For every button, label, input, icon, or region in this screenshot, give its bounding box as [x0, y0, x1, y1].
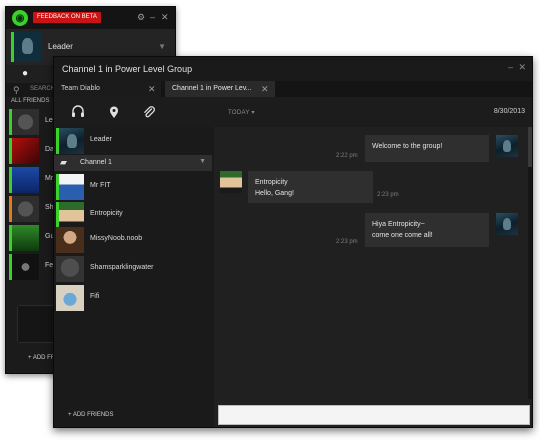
section-label: ALL FRIENDS	[11, 98, 50, 104]
message-time: 2:23 pm	[377, 192, 399, 198]
avatar	[56, 285, 84, 311]
roster-member-row[interactable]: Shamsparklingwater	[54, 255, 214, 283]
avatar	[11, 32, 41, 62]
message-line: Hiya Entropicity~	[372, 221, 425, 228]
avatar	[496, 135, 518, 157]
avatar	[56, 128, 84, 154]
tab-bar: Team Diablo ✕ Channel 1 in Power Lev... …	[54, 81, 532, 97]
message-bubble: Welcome to the group!	[365, 135, 489, 162]
message-input[interactable]	[218, 405, 530, 425]
avatar	[56, 174, 84, 200]
friends-titlebar: ◉ FEEDBACK ON BETA ⚙ – ✕	[6, 7, 175, 29]
channel-name: Channel 1	[80, 159, 112, 166]
tab-team-diablo[interactable]: Team Diablo ✕	[54, 81, 161, 97]
logo-icon: ◉	[12, 10, 28, 26]
chat-toolbar: TODAY ▾ 8/30/2013	[54, 97, 532, 127]
message-bubble: Entropicity Hello, Gang!	[248, 171, 373, 203]
search-input[interactable]: SEARCH	[30, 86, 55, 92]
scrollbar[interactable]	[528, 127, 532, 399]
add-friends-button[interactable]: + ADD FRIENDS	[68, 412, 114, 418]
roster-owner-row[interactable]: Leader	[54, 127, 214, 155]
close-icon[interactable]: ✕	[161, 12, 169, 22]
avatar	[9, 138, 39, 164]
chevron-down-icon[interactable]: ▼	[199, 158, 206, 165]
avatar	[9, 196, 39, 222]
close-icon[interactable]: ✕	[261, 81, 269, 97]
channel-roster: Leader ▰ Channel 1 ▼ Mr FIT Entropicity …	[54, 127, 214, 427]
chevron-down-icon[interactable]: ▼	[158, 42, 166, 51]
chat-bubble-icon: ▰	[60, 157, 67, 167]
message-sender: Entropicity	[255, 179, 288, 186]
message-line: Hello, Gang!	[255, 190, 294, 197]
message-time: 2:22 pm	[336, 153, 358, 159]
avatar	[56, 227, 84, 253]
tab-label: Channel 1 in Power Lev...	[172, 85, 252, 92]
member-name: Leader	[90, 136, 112, 143]
avatar	[9, 109, 39, 135]
minimize-icon[interactable]: –	[508, 62, 513, 72]
member-name: Entropicity	[90, 210, 123, 217]
headset-icon[interactable]	[71, 105, 85, 119]
roster-member-row[interactable]: Entropicity	[54, 201, 214, 229]
avatar	[9, 167, 39, 193]
today-label: TODAY	[228, 110, 250, 116]
member-name: Mr FIT	[90, 182, 111, 189]
message-time: 2:23 pm	[336, 239, 358, 245]
close-icon[interactable]: ✕	[518, 62, 526, 73]
chat-area: 2:22 pm Welcome to the group! Entropicit…	[214, 127, 532, 427]
avatar	[56, 202, 84, 228]
avatar	[9, 254, 39, 280]
location-pin-icon[interactable]	[107, 105, 121, 119]
tab-label: Team Diablo	[61, 85, 100, 92]
current-user-name: Leader	[48, 42, 73, 51]
scroll-thumb[interactable]	[528, 127, 532, 167]
friend-name: Mr	[45, 175, 54, 182]
avatar	[56, 256, 84, 282]
date-label: 8/30/2013	[493, 108, 525, 115]
chat-window: Channel 1 in Power Level Group – ✕ Team …	[53, 56, 533, 428]
message-bubble: Hiya Entropicity~ come one come all!	[365, 213, 489, 247]
friend-name: Fe	[45, 262, 54, 269]
gear-icon[interactable]: ⚙	[137, 12, 145, 22]
avatar	[496, 213, 518, 235]
member-name: MissyNoob.noob	[90, 235, 143, 242]
roster-member-row[interactable]: Fifi	[54, 284, 214, 312]
close-icon[interactable]: ✕	[148, 81, 156, 97]
chat-titlebar: Channel 1 in Power Level Group – ✕	[54, 57, 532, 81]
tab-channel-1[interactable]: Channel 1 in Power Lev... ✕	[165, 81, 275, 97]
message-line: come one come all!	[372, 232, 433, 239]
channel-header[interactable]: ▰ Channel 1 ▼	[54, 155, 212, 171]
avatar	[220, 171, 242, 193]
person-icon[interactable]: ●	[22, 68, 28, 79]
paperclip-icon[interactable]	[142, 105, 156, 119]
avatar	[9, 225, 39, 251]
member-name: Fifi	[90, 293, 100, 300]
member-name: Shamsparklingwater	[90, 264, 154, 271]
minimize-icon[interactable]: –	[150, 12, 155, 22]
feedback-button[interactable]: FEEDBACK ON BETA	[33, 12, 101, 23]
roster-member-row[interactable]: Mr FIT	[54, 173, 214, 201]
today-dropdown[interactable]: TODAY ▾	[228, 109, 255, 116]
window-title: Channel 1 in Power Level Group	[62, 64, 193, 74]
chevron-down-icon: ▾	[251, 110, 255, 116]
roster-member-row[interactable]: MissyNoob.noob	[54, 226, 214, 254]
message-line: Welcome to the group!	[372, 143, 443, 150]
search-icon: ⚲	[13, 85, 20, 95]
